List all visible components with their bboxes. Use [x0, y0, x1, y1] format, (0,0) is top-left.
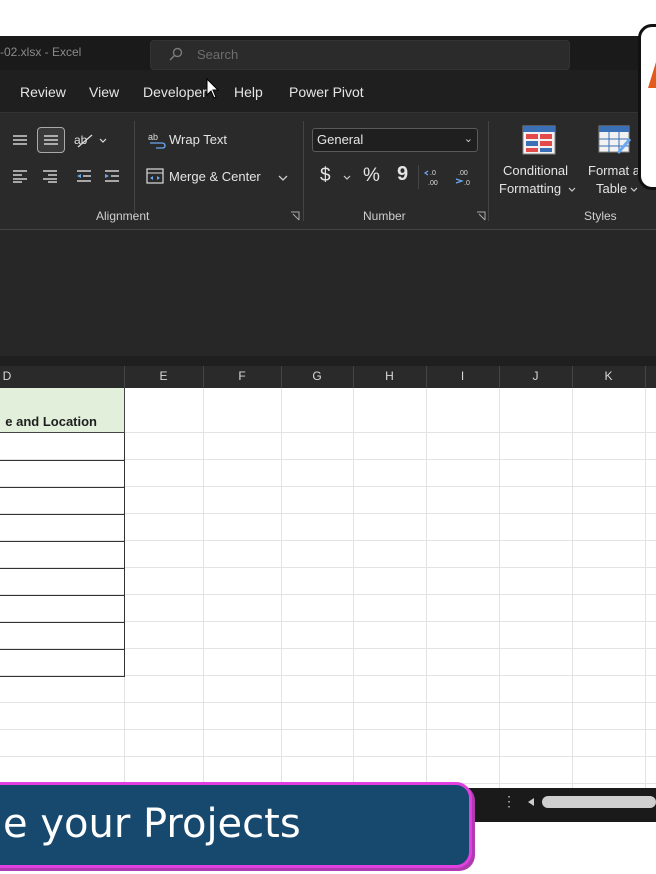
tab-developer[interactable]: Developer	[143, 84, 207, 100]
svg-text:.0: .0	[430, 170, 436, 177]
dialog-launcher-icon[interactable]	[476, 211, 486, 221]
alignment-group-label: Alignment	[96, 209, 150, 223]
ribbon-tabs: Review View Developer Help Power Pivot	[0, 84, 656, 108]
increase-decimal-icon[interactable]: .0 .00	[424, 167, 446, 187]
column-header-h[interactable]: H	[353, 369, 426, 383]
column-headers: D E F G H I J K	[0, 366, 656, 389]
styles-group-label: Styles	[584, 209, 617, 223]
orientation-icon[interactable]: ab	[74, 131, 108, 149]
table-cell[interactable]	[0, 541, 125, 569]
number-group-label: Number	[363, 209, 406, 223]
caption-banner: e your Projects	[0, 782, 472, 868]
table-header-cell[interactable]: e and Location	[0, 388, 125, 433]
tab-power-pivot[interactable]: Power Pivot	[289, 84, 364, 100]
tab-view[interactable]: View	[89, 84, 119, 100]
percent-button[interactable]: %	[363, 165, 380, 187]
more-options-icon[interactable]: ⋮	[502, 793, 516, 810]
number-format-value: General	[317, 132, 364, 147]
column-header-i[interactable]: I	[426, 369, 499, 383]
align-middle-button[interactable]	[37, 127, 65, 153]
warning-icon	[648, 62, 656, 88]
decrease-indent-icon[interactable]	[76, 169, 92, 183]
dialog-launcher-icon[interactable]	[290, 211, 300, 221]
column-header-j[interactable]: J	[499, 369, 572, 383]
search-icon	[169, 47, 183, 61]
wrap-text-icon: ab	[148, 132, 166, 149]
align-middle-icon	[44, 135, 58, 145]
format-as-table-icon	[598, 125, 632, 154]
chevron-down-icon[interactable]	[278, 175, 288, 181]
align-top-icon[interactable]	[12, 133, 28, 147]
decrease-decimal-icon[interactable]: .00 .0	[454, 167, 476, 187]
worksheet-grid[interactable]: e and Location	[0, 388, 656, 788]
mouse-cursor-icon	[206, 78, 220, 99]
scroll-left-icon[interactable]	[526, 797, 536, 807]
align-left-icon[interactable]	[12, 169, 28, 183]
excel-window: -02.xlsx - Excel Search Review View Deve…	[0, 36, 656, 822]
column-header-d[interactable]: D	[0, 369, 14, 383]
table-cell[interactable]	[0, 433, 125, 461]
table-cell[interactable]	[0, 622, 125, 650]
title-bar: -02.xlsx - Excel Search	[0, 36, 656, 70]
table-cell[interactable]	[0, 514, 125, 542]
conditional-formatting-label-1[interactable]: Conditional	[503, 163, 568, 178]
format-as-table-label-2[interactable]: Table	[596, 181, 627, 196]
align-right-icon[interactable]	[42, 169, 58, 183]
chevron-down-icon[interactable]	[568, 187, 576, 192]
column-header-e[interactable]: E	[124, 369, 203, 383]
merge-center-button[interactable]: Merge & Center	[169, 169, 261, 184]
caption-text: e your Projects	[3, 801, 301, 847]
svg-text:.0: .0	[464, 180, 470, 187]
callout-box	[638, 24, 656, 190]
table-cell[interactable]	[0, 460, 125, 488]
svg-text:ab: ab	[148, 132, 158, 142]
wrap-text-button[interactable]: Wrap Text	[169, 132, 227, 147]
conditional-formatting-icon	[522, 125, 556, 155]
chevron-down-icon: ⌄	[463, 133, 473, 145]
collapsed-area	[0, 230, 656, 356]
svg-text:.00: .00	[458, 170, 468, 177]
window-title: -02.xlsx - Excel	[0, 45, 82, 59]
column-header-f[interactable]: F	[203, 369, 281, 383]
search-placeholder: Search	[197, 47, 239, 62]
merge-center-icon	[146, 168, 164, 184]
table-cell[interactable]	[0, 487, 125, 515]
tab-review[interactable]: Review	[20, 84, 66, 100]
currency-button[interactable]: $	[320, 165, 331, 187]
table-cell[interactable]	[0, 595, 125, 623]
table-cell[interactable]	[0, 568, 125, 596]
column-header-k[interactable]: K	[572, 369, 645, 383]
number-format-dropdown[interactable]: General ⌄	[312, 128, 478, 152]
format-as-table-label-1[interactable]: Format a	[588, 163, 640, 178]
search-box[interactable]: Search	[150, 40, 570, 70]
comma-style-button[interactable]: 9	[397, 163, 408, 186]
chevron-down-icon[interactable]	[343, 175, 351, 181]
chevron-down-icon[interactable]	[630, 187, 638, 192]
table-header-label: e and Location	[5, 414, 97, 429]
increase-indent-icon[interactable]	[104, 169, 120, 183]
column-header-g[interactable]: G	[281, 369, 353, 383]
svg-text:.00: .00	[428, 180, 438, 187]
conditional-formatting-label-2[interactable]: Formatting	[499, 181, 561, 196]
tab-help[interactable]: Help	[234, 84, 263, 100]
table-cell[interactable]	[0, 649, 125, 677]
ribbon: ab ab Wrap Text Merge & Center Alignment…	[0, 112, 656, 230]
horizontal-scrollbar[interactable]	[542, 796, 656, 808]
